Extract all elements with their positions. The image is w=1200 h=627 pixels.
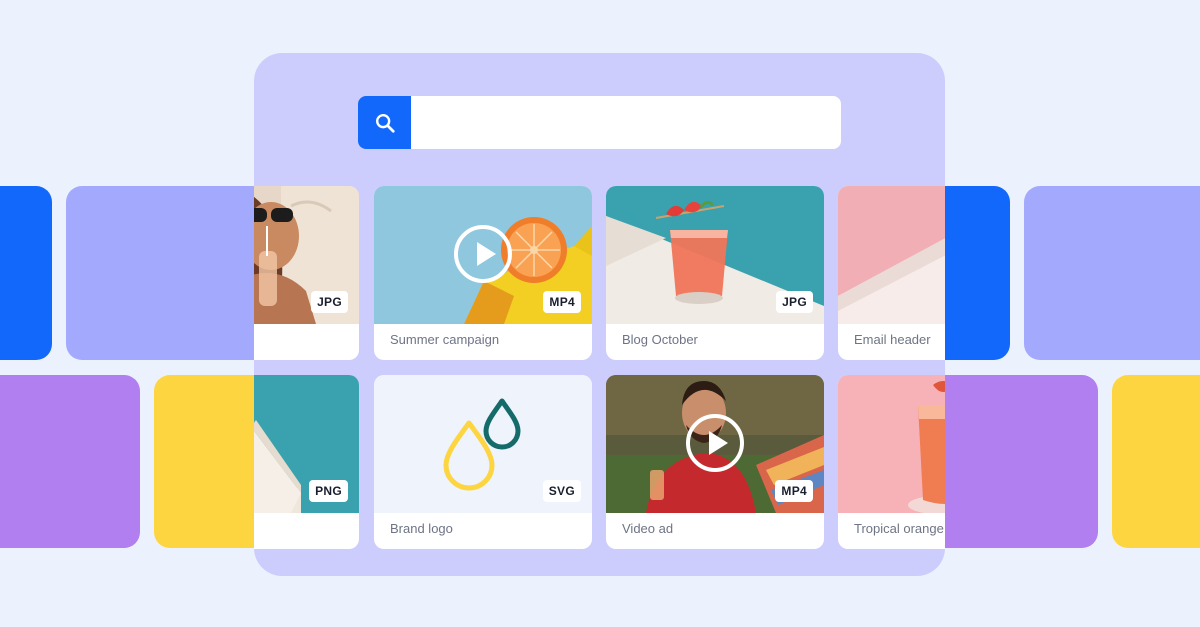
- play-icon[interactable]: [453, 224, 513, 284]
- asset-card-email-header[interactable]: Email header: [838, 186, 945, 360]
- asset-caption: Brand logo: [390, 521, 453, 536]
- asset-caption: Summer campaign: [390, 332, 500, 347]
- asset-thumbnail: [838, 375, 945, 513]
- search-input[interactable]: [411, 96, 841, 149]
- bg-tile-purple-right: [925, 375, 1098, 548]
- asset-card-tropical-orange[interactable]: Tropical orange: [838, 375, 945, 549]
- play-icon[interactable]: [685, 413, 745, 473]
- search-bar: [358, 96, 841, 149]
- bg-tile-periwinkle-left: [66, 186, 276, 360]
- asset-caption: Video ad: [622, 521, 674, 536]
- asset-caption: Tropical orange: [854, 521, 944, 536]
- asset-card-blog-october[interactable]: JPG Blog October: [606, 186, 824, 360]
- asset-caption: Blog October: [622, 332, 698, 347]
- bg-tile-blue-left: [0, 186, 52, 360]
- search-button[interactable]: [358, 96, 411, 149]
- format-badge: PNG: [309, 480, 348, 502]
- asset-card-brand-logo[interactable]: SVG Brand logo: [374, 375, 592, 549]
- asset-card-video-ad[interactable]: MP4 Video ad: [606, 375, 824, 549]
- format-badge: JPG: [311, 291, 348, 313]
- format-badge: SVG: [542, 480, 581, 502]
- search-icon: [375, 113, 395, 133]
- asset-card-summer-campaign[interactable]: MP4 Summer campaign: [374, 186, 592, 360]
- bg-tile-purple-left: [0, 375, 140, 548]
- bg-tile-yellow-right: [1112, 375, 1200, 548]
- format-badge: JPG: [776, 291, 813, 313]
- format-badge: MP4: [775, 480, 813, 502]
- asset-thumbnail: [838, 186, 945, 324]
- bg-tile-periwinkle-right: [1024, 186, 1200, 360]
- asset-library-panel: JPG MP4 Summer campaign JPG Blog October…: [254, 53, 945, 576]
- format-badge: MP4: [543, 291, 581, 313]
- asset-caption: Email header: [854, 332, 931, 347]
- asset-card-teal-cube[interactable]: PNG: [254, 375, 359, 549]
- asset-card-woman-drink[interactable]: JPG: [254, 186, 359, 360]
